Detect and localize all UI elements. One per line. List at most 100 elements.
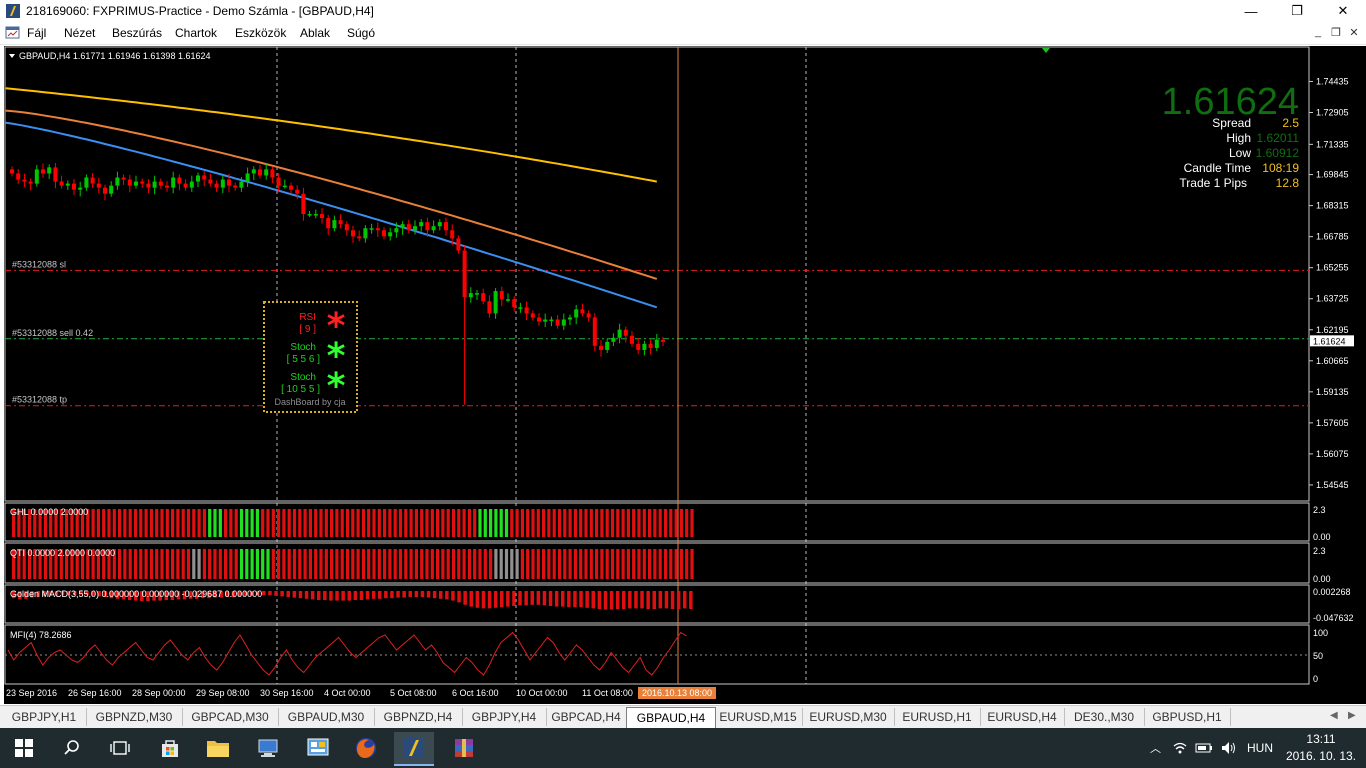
candle-body (363, 228, 368, 239)
candle-body (227, 179, 231, 186)
taskbar-control-panel[interactable] (298, 732, 338, 764)
dashboard-panel[interactable]: RSI [ 9 ] * Stoch [ 5 5 6 ] * Stoch [ 10… (263, 301, 358, 413)
tab-eurusd-m15[interactable]: EURUSD,M15 (714, 708, 803, 726)
candle-body (580, 309, 585, 314)
tab-eurusd-m30[interactable]: EURUSD,M30 (802, 708, 895, 726)
minimize-button[interactable]: — (1228, 0, 1274, 22)
macd-bar (689, 591, 693, 609)
chart-minimize-button[interactable]: _ (1310, 24, 1326, 40)
chart-close-button[interactable]: ✕ (1346, 24, 1362, 40)
histogram-bar (457, 509, 461, 537)
task-view-button[interactable] (100, 732, 140, 764)
tab-gbpnzd-h4[interactable]: GBPNZD,H4 (374, 708, 463, 726)
taskbar-firefox[interactable] (346, 732, 386, 764)
taskbar-network-app[interactable] (248, 732, 288, 764)
candle-body (654, 339, 659, 348)
candle-body (357, 236, 362, 239)
histogram-bar (133, 509, 138, 537)
tab-scroll-right-icon[interactable]: ▶ (1348, 710, 1356, 721)
tab-gbpjpy-h4[interactable]: GBPJPY,H4 (462, 708, 547, 726)
histogram-bar (451, 549, 456, 579)
histogram-bar (393, 509, 397, 537)
histogram-bar (632, 549, 636, 579)
time-tick-label: 6 Oct 16:00 (452, 688, 499, 698)
histogram-bar (224, 509, 228, 537)
candle-body (103, 187, 107, 194)
time-axis[interactable]: 23 Sep 2016 26 Sep 16:00 28 Sep 00:00 29 Se… (6, 688, 633, 698)
tab-gbpcad-m30[interactable]: GBPCAD,M30 (182, 708, 279, 726)
candle-body (28, 181, 33, 184)
windows-logo-icon (15, 739, 33, 757)
histogram-bar (171, 549, 175, 579)
menu-help[interactable]: Súgó (347, 26, 375, 40)
taskbar-metatrader[interactable] (394, 732, 434, 766)
taskbar-store[interactable] (150, 732, 190, 764)
dashboard-credit: DashBoard by cja (274, 397, 345, 407)
tab-gbpcad-h4[interactable]: GBPCAD,H4 (546, 708, 627, 726)
histogram-bar (351, 509, 355, 537)
wifi-icon[interactable] (1173, 741, 1187, 755)
menu-charts[interactable]: Chartok (175, 26, 217, 40)
high-label: High (1226, 131, 1251, 145)
histogram-bar (171, 509, 175, 537)
chart-menu-triangle-icon[interactable] (9, 54, 15, 58)
candle-time-value: 108:19 (1262, 161, 1299, 175)
tab-gbpnzd-m30[interactable]: GBPNZD,M30 (86, 708, 183, 726)
taskbar-clock[interactable]: 13:11 2016. 10. 13. (1286, 731, 1356, 765)
histogram-bar (361, 549, 365, 579)
histogram-bar (584, 549, 588, 579)
chart-canvas[interactable]: #53312088 sl #53312088 sell 0.42 #533120… (4, 46, 1366, 704)
menu-window[interactable]: Ablak (300, 26, 330, 40)
histogram-bar (573, 549, 577, 579)
macd-bar (304, 591, 309, 599)
histogram-bar (330, 549, 334, 579)
tab-gbpaud-m30[interactable]: GBPAUD,M30 (278, 708, 375, 726)
menu-file[interactable]: Fájl (27, 26, 46, 40)
macd-bar (445, 591, 449, 600)
start-button[interactable] (4, 732, 44, 764)
candle-body (623, 329, 628, 336)
chart-restore-button[interactable]: ❐ (1328, 24, 1344, 40)
histogram-bar (414, 549, 418, 579)
tab-eurusd-h1[interactable]: EURUSD,H1 (894, 708, 981, 726)
language-indicator[interactable]: HUN (1247, 741, 1273, 755)
macd-bar (402, 591, 406, 598)
histogram-bar (229, 549, 233, 579)
histogram-bar (176, 509, 180, 537)
close-button[interactable]: ✕ (1320, 0, 1366, 22)
histogram-bar (345, 549, 350, 579)
histogram-bar (579, 509, 583, 537)
candle-body (481, 293, 486, 302)
price-axis[interactable]: 1.74435 1.72905 1.71335 1.69845 1.68315 1.667… (1309, 76, 1349, 490)
chart-area[interactable]: #53312088 sl #53312088 sell 0.42 #533120… (4, 46, 1366, 704)
tab-gbpjpy-h1[interactable]: GBPJPY,H1 (2, 708, 87, 726)
menu-insert[interactable]: Beszúrás (112, 26, 162, 40)
tab-eurusd-h4[interactable]: EURUSD,H4 (980, 708, 1065, 726)
maximize-button[interactable]: ❐ (1274, 0, 1320, 22)
taskbar-winrar[interactable] (444, 732, 484, 764)
tab-gbpaud-h4[interactable]: GBPAUD,H4 (626, 707, 716, 728)
tab-gbpusd-h1[interactable]: GBPUSD,H1 (1144, 708, 1231, 726)
tab-de30-m30[interactable]: DE30.,M30 (1064, 708, 1145, 726)
taskbar-file-explorer[interactable] (198, 732, 238, 764)
search-button[interactable] (52, 732, 92, 764)
histogram-bar (610, 549, 615, 579)
histogram-bar (658, 549, 662, 579)
histogram-bar (637, 549, 641, 579)
menu-tools[interactable]: Eszközök (235, 26, 286, 40)
macd-bar (512, 591, 516, 606)
macd-bar (286, 591, 290, 597)
candle-body (406, 224, 411, 231)
battery-icon[interactable] (1195, 742, 1213, 754)
tab-scroll-left-icon[interactable]: ◀ (1330, 710, 1338, 721)
volume-icon[interactable] (1221, 741, 1237, 755)
macd-bar (451, 591, 455, 601)
candle-body (648, 343, 653, 348)
tray-chevron-up-icon[interactable]: ︿ (1150, 740, 1161, 756)
metatrader-app-icon (6, 4, 20, 18)
candle-body (512, 299, 517, 308)
menu-view[interactable]: Nézet (64, 26, 95, 40)
histogram-bar (282, 509, 286, 537)
histogram-bar (446, 509, 450, 537)
chart-window-icon[interactable] (5, 25, 20, 40)
